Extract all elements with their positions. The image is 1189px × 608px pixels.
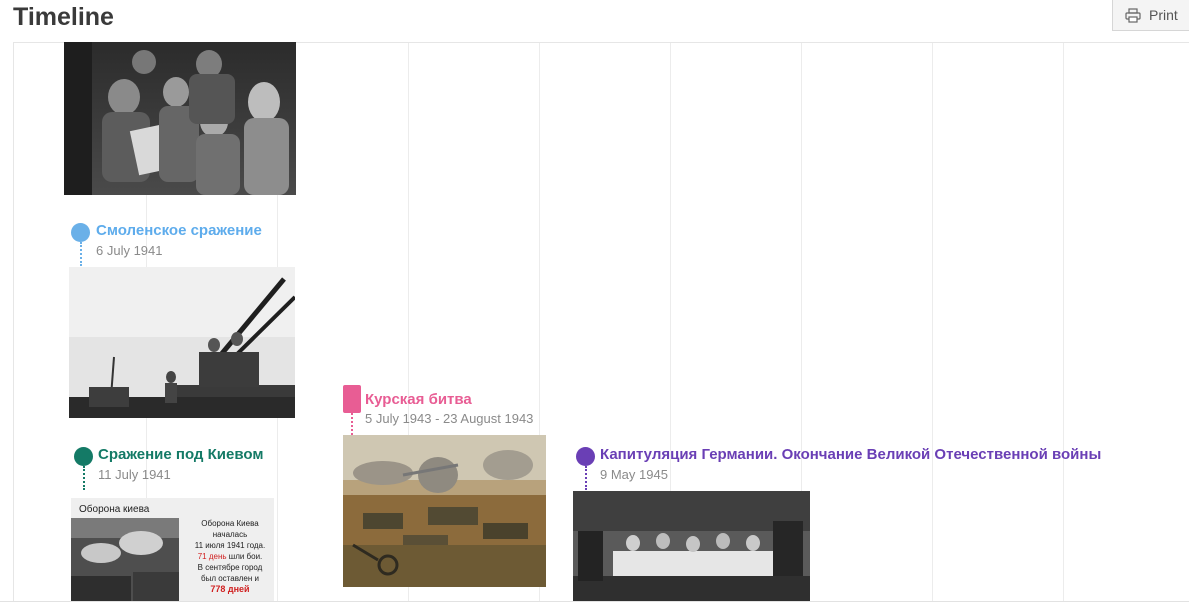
kiev-poster-highlight: 778 дней — [210, 584, 250, 594]
capitulation-image — [573, 491, 810, 602]
event-marker[interactable] — [71, 223, 90, 242]
event-title[interactable]: Смоленское сражение — [96, 222, 262, 239]
event-date: 11 July 1941 — [98, 467, 171, 482]
event-marker[interactable] — [74, 447, 93, 466]
kiev-poster-heading: Оборона киева — [79, 504, 150, 515]
soldiers-photo[interactable] — [64, 42, 296, 195]
printer-icon — [1125, 7, 1141, 23]
kiev-poster-line: 11 июля 1941 года. — [194, 541, 266, 550]
kiev-poster-line: 71 день шли бои. — [187, 551, 273, 562]
anti-aircraft-photo[interactable] — [69, 267, 295, 418]
print-button[interactable]: Print — [1112, 0, 1189, 31]
event-title[interactable]: Сражение под Киевом — [98, 446, 263, 463]
event-date: 9 May 1945 — [600, 467, 668, 482]
timeline-gridline — [932, 43, 933, 602]
kiev-poster-line-rest: шли бои. — [226, 552, 263, 561]
event-title[interactable]: Капитуляция Германии. Окончание Великой … — [600, 446, 1101, 463]
page-title: Timeline — [13, 3, 114, 31]
timeline-gridline — [1063, 43, 1064, 602]
kiev-poster-highlight: 71 день — [197, 552, 227, 561]
event-date: 5 July 1943 - 23 August 1943 — [365, 411, 534, 426]
kiev-poster-line: В сентябре город — [197, 563, 263, 572]
event-marker[interactable] — [576, 447, 595, 466]
kiev-poster-text: Оборона Киева началась 11 июля 1941 года… — [187, 518, 273, 595]
event-date: 6 July 1941 — [96, 243, 163, 258]
kiev-poster-line: началась — [212, 530, 248, 539]
print-label: Print — [1149, 7, 1178, 23]
event-stem — [83, 466, 85, 490]
header: Timeline Print — [0, 0, 1189, 42]
soldiers-image — [64, 42, 296, 195]
kiev-defense-poster[interactable]: Оборона киева Оборона Киева началась 11 … — [71, 498, 274, 602]
anti-aircraft-image — [69, 267, 295, 418]
event-stem — [351, 413, 353, 435]
event-span-marker[interactable] — [343, 385, 361, 413]
event-title[interactable]: Курская битва — [365, 391, 472, 408]
event-stem — [80, 242, 82, 266]
kiev-poster-line: Оборона Киева — [201, 519, 259, 528]
kursk-battle-painting[interactable] — [343, 435, 546, 587]
capitulation-photo[interactable] — [573, 491, 810, 602]
event-stem — [585, 466, 587, 490]
kiev-poster-line: был оставлен и — [201, 574, 259, 583]
kursk-painting-image — [343, 435, 546, 587]
